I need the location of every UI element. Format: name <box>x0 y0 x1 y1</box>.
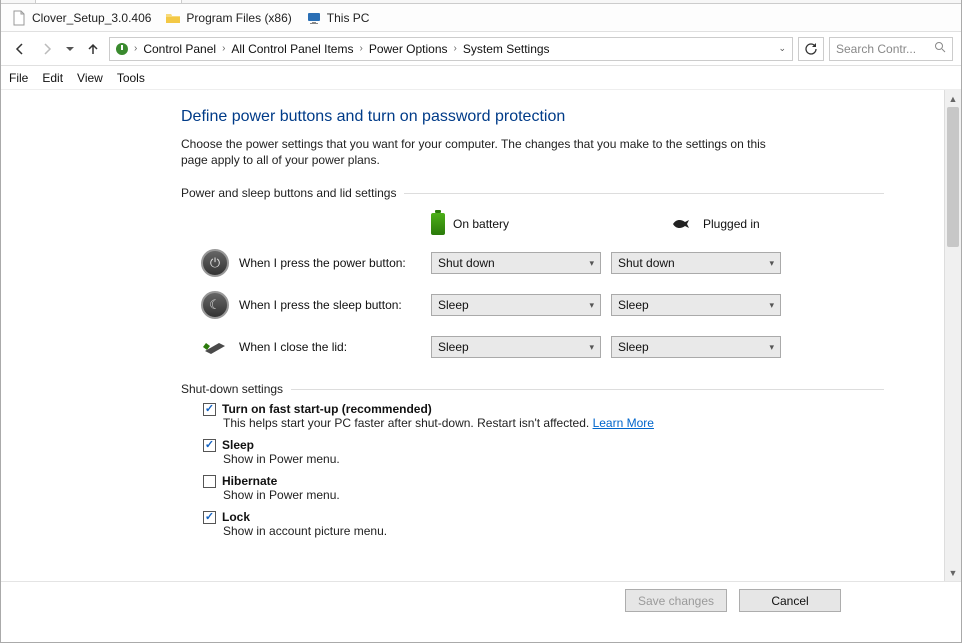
chevron-down-icon: ▾ <box>589 300 594 311</box>
hibernate-label: Hibernate <box>222 474 277 488</box>
sleep-on-battery-select[interactable]: Sleep▾ <box>431 294 601 316</box>
bookmarks-bar: Clover_Setup_3.0.406 Program Files (x86)… <box>1 4 961 32</box>
power-on-battery-select[interactable]: Shut down▾ <box>431 252 601 274</box>
menu-file[interactable]: File <box>9 71 28 85</box>
folder-icon <box>165 10 181 26</box>
bookmark-item[interactable]: This PC <box>306 4 370 31</box>
power-button-icon: ⏻ <box>201 249 229 277</box>
column-on-battery: On battery <box>453 217 509 231</box>
bookmark-item[interactable]: Program Files (x86) <box>165 4 291 31</box>
breadcrumb-item[interactable]: System Settings <box>461 38 552 60</box>
row-label-sleep: When I press the sleep button: <box>239 298 402 312</box>
chevron-right-icon[interactable]: › <box>134 43 137 54</box>
breadcrumb-item[interactable]: All Control Panel Items <box>229 38 355 60</box>
plug-icon <box>671 217 695 231</box>
section-power-buttons-header: Power and sleep buttons and lid settings <box>181 186 884 200</box>
section-shutdown-header: Shut-down settings <box>181 382 884 396</box>
navigation-bar: › Control Panel › All Control Panel Item… <box>1 32 961 66</box>
row-label-power: When I press the power button: <box>239 256 406 270</box>
chevron-down-icon: ▾ <box>589 258 594 269</box>
battery-icon <box>431 213 445 235</box>
browser-tab-active[interactable]: System Settings × <box>35 0 182 3</box>
checkbox-sleep[interactable] <box>203 439 216 452</box>
chevron-down-icon: ▾ <box>769 258 774 269</box>
save-changes-button[interactable]: Save changes <box>625 589 727 612</box>
bookmark-item[interactable]: Clover_Setup_3.0.406 <box>11 4 151 31</box>
tab-strip: System Settings × <box>1 0 961 4</box>
search-input[interactable]: Search Contr... <box>829 37 953 61</box>
vertical-scrollbar[interactable]: ▲ ▼ <box>944 90 961 581</box>
lock-desc: Show in account picture menu. <box>223 524 884 538</box>
sleep-label: Sleep <box>222 438 254 452</box>
up-button[interactable] <box>82 38 104 60</box>
menu-bar: File Edit View Tools <box>1 66 961 90</box>
sleep-desc: Show in Power menu. <box>223 452 884 466</box>
menu-tools[interactable]: Tools <box>117 71 145 85</box>
search-placeholder: Search Contr... <box>836 42 916 56</box>
chevron-down-icon: ▾ <box>769 300 774 311</box>
lid-plugged-select[interactable]: Sleep▾ <box>611 336 781 358</box>
power-options-icon <box>114 41 130 57</box>
checkbox-lock[interactable] <box>203 511 216 524</box>
lid-icon <box>201 337 229 357</box>
row-label-lid: When I close the lid: <box>239 340 347 354</box>
lock-label: Lock <box>222 510 250 524</box>
menu-edit[interactable]: Edit <box>42 71 63 85</box>
recent-dropdown-icon[interactable] <box>63 38 77 60</box>
scroll-down-icon[interactable]: ▼ <box>945 564 961 581</box>
scroll-up-icon[interactable]: ▲ <box>945 90 961 107</box>
sleep-plugged-select[interactable]: Sleep▾ <box>611 294 781 316</box>
page-title: Define power buttons and turn on passwor… <box>181 108 884 126</box>
breadcrumb-item[interactable]: Control Panel <box>141 38 218 60</box>
bookmark-label: Program Files (x86) <box>186 11 291 25</box>
bookmark-label: Clover_Setup_3.0.406 <box>32 11 151 25</box>
pc-icon <box>306 10 322 26</box>
menu-view[interactable]: View <box>77 71 103 85</box>
column-plugged-in: Plugged in <box>703 217 760 231</box>
hibernate-desc: Show in Power menu. <box>223 488 884 502</box>
address-bar[interactable]: › Control Panel › All Control Panel Item… <box>109 37 793 61</box>
forward-button[interactable] <box>36 38 58 60</box>
chevron-right-icon[interactable]: › <box>222 43 225 54</box>
fast-startup-label: Turn on fast start-up (recommended) <box>222 402 432 416</box>
breadcrumb-item[interactable]: Power Options <box>367 38 450 60</box>
chevron-right-icon[interactable]: › <box>359 43 362 54</box>
file-icon <box>11 10 27 26</box>
checkbox-fast-startup[interactable] <box>203 403 216 416</box>
search-icon <box>934 41 946 56</box>
checkbox-hibernate[interactable] <box>203 475 216 488</box>
chevron-down-icon[interactable]: ⌄ <box>778 43 786 54</box>
footer: Save changes Cancel <box>1 581 961 619</box>
scroll-thumb[interactable] <box>947 107 959 247</box>
chevron-right-icon[interactable]: › <box>454 43 457 54</box>
learn-more-link[interactable]: Learn More <box>593 416 654 430</box>
back-button[interactable] <box>9 38 31 60</box>
page-subtitle: Choose the power settings that you want … <box>181 136 781 168</box>
content-area: Define power buttons and turn on passwor… <box>1 90 944 581</box>
lid-on-battery-select[interactable]: Sleep▾ <box>431 336 601 358</box>
wrench-icon[interactable] <box>7 0 31 3</box>
sleep-button-icon: ☾ <box>201 291 229 319</box>
chevron-down-icon: ▾ <box>589 342 594 353</box>
chevron-down-icon: ▾ <box>769 342 774 353</box>
power-plugged-select[interactable]: Shut down▾ <box>611 252 781 274</box>
cancel-button[interactable]: Cancel <box>739 589 841 612</box>
fast-startup-desc: This helps start your PC faster after sh… <box>223 416 593 430</box>
refresh-button[interactable] <box>798 37 824 61</box>
bookmark-label: This PC <box>327 11 370 25</box>
